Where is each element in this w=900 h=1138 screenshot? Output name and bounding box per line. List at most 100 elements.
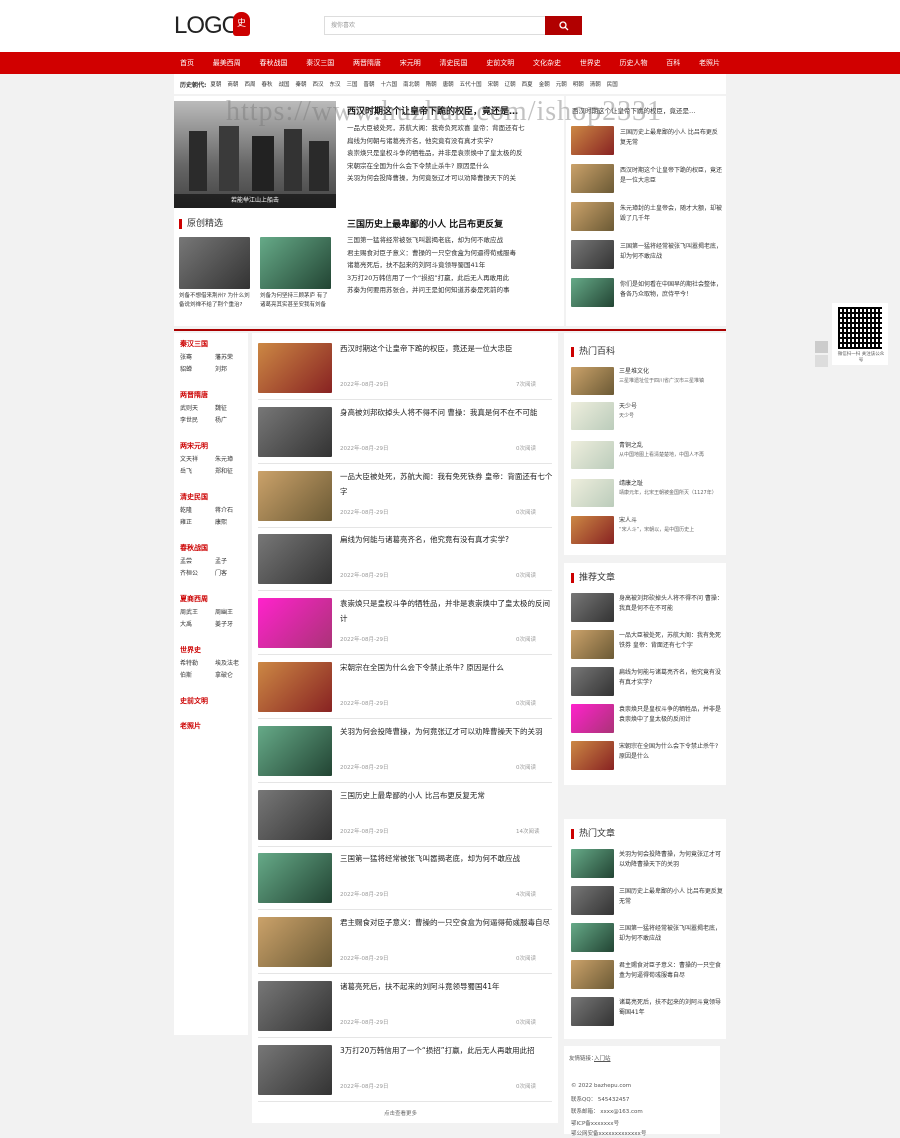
- sidebar-subitem[interactable]: 杨广: [215, 415, 227, 424]
- logo[interactable]: LOGO: [174, 12, 240, 40]
- baike-name[interactable]: 青铜之乱: [619, 441, 643, 450]
- recommend-thumb[interactable]: [571, 630, 614, 659]
- sidebar-subitem[interactable]: 藩苏荣: [215, 352, 233, 361]
- list-thumb[interactable]: [258, 406, 332, 457]
- share-icon[interactable]: [815, 341, 828, 353]
- recommend-text[interactable]: 宋朝宗在全国为什么会下令禁止杀牛? 原因是什么: [619, 742, 723, 772]
- dynasty-item[interactable]: 晋朝: [364, 80, 375, 88]
- original-item-1[interactable]: 刘备不想借来荆州? 为什么刘备说刘禅不给了荆个重治?: [179, 292, 251, 310]
- nav-item-10[interactable]: 历史人物: [620, 58, 648, 68]
- recommend-thumb[interactable]: [571, 741, 614, 770]
- hot_articles-text[interactable]: 关羽为何会投降曹操，为何竟张辽才可以劝降曹操天下的关羽: [619, 850, 723, 880]
- sidebar-category[interactable]: 夏商西周: [180, 594, 208, 604]
- nav-item-2[interactable]: 春秋战国: [260, 58, 288, 68]
- right-top-thumb[interactable]: [571, 240, 614, 269]
- list-thumb[interactable]: [258, 917, 332, 968]
- right-top-thumb[interactable]: [571, 126, 614, 155]
- list-title[interactable]: 诸葛亮死后，扶不起来的刘阿斗竟领导蜀国41年: [340, 979, 555, 994]
- recommend-text[interactable]: 扁线为何能与诸葛亮齐名，他究竟有没有真才实学?: [619, 668, 723, 698]
- list-thumb[interactable]: [258, 981, 332, 1031]
- list-title[interactable]: 君主赐食对臣子意义：曹操的一只空食盒为何逼得荀彧服毒自尽: [340, 915, 555, 930]
- recommend-thumb[interactable]: [571, 704, 614, 733]
- right-top-thumb[interactable]: [571, 278, 614, 307]
- list-thumb[interactable]: [258, 853, 332, 904]
- dynasty-item[interactable]: 秦朝: [295, 80, 306, 88]
- list-title[interactable]: 三国历史上最卑鄙的小人 比吕布更反复无常: [340, 788, 555, 803]
- list-thumb[interactable]: [258, 789, 332, 840]
- sidebar-subitem[interactable]: 周武王: [180, 607, 198, 616]
- sidebar-subitem[interactable]: 乾隆: [180, 505, 192, 514]
- hot_articles-thumb[interactable]: [571, 960, 614, 989]
- featured-line[interactable]: 3万打20万韩信用了一个“损招”打赢，此后无人再敢用此: [347, 272, 557, 285]
- recommend-thumb[interactable]: [571, 593, 614, 622]
- dynasty-item[interactable]: 五代十国: [460, 80, 482, 88]
- right-top-text[interactable]: 西汉时期这个让皇帝下跪的权臣，竟还是一位大忠臣: [620, 166, 722, 186]
- search-input[interactable]: 搜你喜欢: [324, 16, 546, 35]
- list-thumb[interactable]: [258, 1044, 332, 1095]
- sidebar-subitem[interactable]: 康熙: [215, 517, 227, 526]
- nav-item-6[interactable]: 清史民国: [440, 58, 468, 68]
- dynasty-item[interactable]: 东汉: [330, 80, 341, 88]
- sidebar-subitem[interactable]: 岳飞: [180, 466, 192, 475]
- featured-line[interactable]: 宋朝宗在全国为什么会下令禁止杀牛? 原因是什么: [347, 160, 557, 173]
- sidebar-subitem[interactable]: 郑和征: [215, 466, 233, 475]
- dynasty-item[interactable]: 宋朝: [488, 80, 499, 88]
- hot_articles-thumb[interactable]: [571, 849, 614, 878]
- featured-line[interactable]: 三国第一猛将经常被张飞叫嚣揭老底，却为何不敢应战: [347, 234, 557, 247]
- dynasty-item[interactable]: 夏朝: [210, 80, 221, 88]
- right-top-item[interactable]: 三国第一猛将经常被张飞叫嚣揭老底，却为何不敢应战: [571, 240, 723, 278]
- right-top-item[interactable]: 你们是如何看在中国早的期社会整体，备各乃众取物，庶侍平今！: [571, 278, 723, 316]
- nav-item-0[interactable]: 首页: [180, 58, 194, 68]
- list-title[interactable]: 西汉时期这个让皇帝下跪的权臣，竟还是一位大忠臣: [340, 341, 555, 356]
- sidebar-subitem[interactable]: 门客: [215, 568, 227, 577]
- featured-line[interactable]: 苏秦为何要用苏张合，并问王是如何知道苏秦是死前的事: [347, 284, 557, 297]
- original-thumb-2[interactable]: [260, 237, 331, 289]
- hot_articles-text[interactable]: 诸葛亮死后，扶不起来的刘阿斗竟领导蜀国41年: [619, 998, 723, 1028]
- hot_articles-thumb[interactable]: [571, 886, 614, 915]
- featured-line[interactable]: 君主赐食对臣子意义：曹操的一只空食盒为何逼得荀彧服毒: [347, 247, 557, 260]
- hot_articles-thumb[interactable]: [571, 923, 614, 952]
- sidebar-category[interactable]: 春秋战国: [180, 543, 208, 553]
- list-title[interactable]: 扁线为何能与诸葛亮齐名，他究竟有没有真才实学?: [340, 532, 555, 547]
- baike-thumb[interactable]: [571, 516, 614, 544]
- sidebar-subitem[interactable]: 刘邦: [215, 364, 227, 373]
- dynasty-item[interactable]: 战国: [278, 80, 289, 88]
- load-more-link[interactable]: 点击查看更多: [384, 1109, 417, 1117]
- list-title[interactable]: 宋朝宗在全国为什么会下令禁止杀牛? 原因是什么: [340, 660, 555, 675]
- list-title[interactable]: 关羽为何会投降曹操，为何竟张辽才可以劝降曹操天下的关羽: [340, 724, 555, 739]
- baike-thumb[interactable]: [571, 402, 614, 430]
- dynasty-item[interactable]: 十六国: [381, 80, 398, 88]
- original-item-2[interactable]: 刘备为何坚持三顾茅庐 有了诸葛亮其实甚至安我有刘备: [260, 292, 332, 310]
- hot_articles-thumb[interactable]: [571, 997, 614, 1026]
- featured-line[interactable]: 扁线为何朝与诸葛亮齐名，他究竟有没有真才实学?: [347, 135, 557, 148]
- sidebar-subitem[interactable]: 貂蝉: [180, 364, 192, 373]
- dynasty-item[interactable]: 民国: [607, 80, 618, 88]
- nav-item-12[interactable]: 老照片: [699, 58, 720, 68]
- sidebar-subitem[interactable]: 拿破仑: [215, 670, 233, 679]
- sidebar-subitem[interactable]: 雍正: [180, 517, 192, 526]
- sidebar-subitem[interactable]: 埃及法老: [215, 658, 239, 667]
- baike-name[interactable]: 靖康之耻: [619, 479, 643, 488]
- sidebar-subitem[interactable]: 齐桓公: [180, 568, 198, 577]
- sidebar-subitem[interactable]: 姜子牙: [215, 619, 233, 628]
- right-top-thumb[interactable]: [571, 164, 614, 193]
- list-title[interactable]: 身高被刘邦砍掉头人将不得不问 曹操：我真是何不在不可能: [340, 405, 555, 420]
- dynasty-item[interactable]: 三国: [347, 80, 358, 88]
- featured-line[interactable]: 袁崇焕只是皇权斗争的牺牲品，并非是袁崇焕中了皇太极的反: [347, 147, 557, 160]
- hot_articles-text[interactable]: 三国历史上最卑鄙的小人 比吕布更反复无常: [619, 887, 723, 917]
- dynasty-item[interactable]: 西汉: [313, 80, 324, 88]
- sidebar-category[interactable]: 两宋元明: [180, 441, 208, 451]
- right-top-item[interactable]: 朱元璋封的土皇帝会，随才大额，却被毁了几千年: [571, 202, 723, 240]
- back-to-top-icon[interactable]: [815, 355, 828, 367]
- nav-item-11[interactable]: 百科: [666, 58, 680, 68]
- nav-item-1[interactable]: 最美西周: [213, 58, 241, 68]
- baike-thumb[interactable]: [571, 479, 614, 507]
- right-top-item[interactable]: 西汉时期这个让皇帝下跪的权臣，竟还是一位大忠臣: [571, 164, 723, 202]
- dynasty-item[interactable]: 西夏: [522, 80, 533, 88]
- baike-thumb[interactable]: [571, 441, 614, 469]
- sidebar-subitem[interactable]: 伯斯: [180, 670, 192, 679]
- friend-link[interactable]: 入门站: [594, 1054, 611, 1062]
- original-thumb-1[interactable]: [179, 237, 250, 289]
- dynasty-item[interactable]: 金朝: [539, 80, 550, 88]
- right-top-text[interactable]: 朱元璋封的土皇帝会，随才大额，却被毁了几千年: [620, 204, 722, 224]
